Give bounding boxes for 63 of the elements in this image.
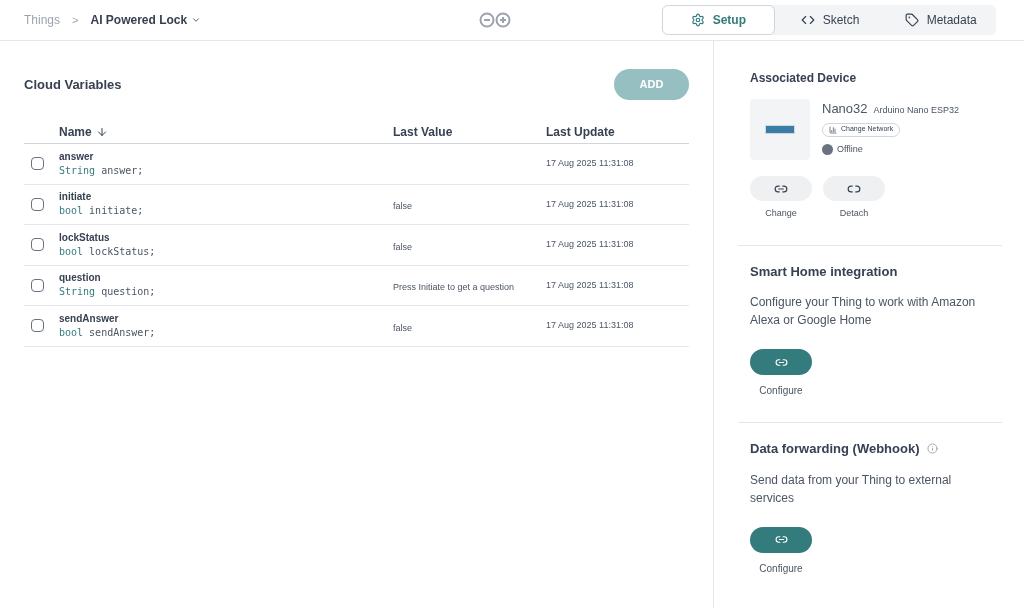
row-checkbox[interactable] [31,319,44,333]
row-checkbox[interactable] [31,157,44,171]
row-checkbox[interactable] [31,278,44,292]
variable-type: bool [59,204,84,219]
device-model: Arduino Nano ESP32 [873,104,960,117]
last-update: 17 Aug 2025 11:31:08 [546,278,634,292]
device-name: Nano32 [822,100,868,118]
tab[interactable]: Setup [662,5,775,35]
tab[interactable]: Sketch [774,5,886,35]
variable-name: initiate [59,190,93,205]
configure-label: Configure [759,561,803,576]
caret-icon [191,15,202,25]
last-update: 17 Aug 2025 11:31:08 [546,197,634,211]
variable-name: sendAnswer [59,311,120,326]
last-value: false [393,241,412,252]
last-update: 17 Aug 2025 11:31:08 [546,319,634,332]
breadcrumb-separator: > [72,12,79,28]
device-status: Offline [837,142,863,156]
section-title: Cloud Variables [24,75,122,94]
column-header[interactable]: Name [59,122,393,141]
section-title: Smart Home integration [750,262,898,281]
variable-type: String [59,285,96,300]
last-update: 17 Aug 2025 11:31:08 [546,157,634,170]
configure-button[interactable] [750,526,812,553]
variable-declaration: question; [101,285,156,300]
logo-icon [478,12,512,28]
variable-name: answer [59,149,95,164]
row-checkbox[interactable] [31,238,44,252]
device-action-button[interactable] [750,176,812,201]
thing-name-dropdown[interactable]: AI Powered Lock [90,11,202,29]
configure-button[interactable] [750,349,812,375]
last-value: Press Initiate to get a question [393,282,515,293]
variable-type: String [59,163,96,178]
tag-icon [904,13,919,27]
column-header: Last Update [546,123,615,141]
variable-declaration: lockStatus; [89,244,156,259]
section-title: Data forwarding (Webhook) [750,440,920,458]
code-icon [800,13,815,27]
last-value: false [393,201,412,212]
section-title: Associated Device [750,70,858,87]
variable-declaration: initiate; [89,204,144,219]
column-header: Last Value [393,123,454,141]
variable-name: question [59,271,102,286]
section-description: Configure your Thing to work with Amazon Alexa or Google Home [750,294,977,329]
row-checkbox[interactable] [31,197,44,211]
device-action-button[interactable] [823,176,885,201]
variable-name: lockStatus [59,230,111,245]
variable-type: bool [59,244,84,259]
device-action-label: Change [765,207,797,220]
sort-arrow-icon [95,125,108,138]
device-image [750,99,810,160]
device-action-label: Detach [839,207,869,220]
signal-icon [829,125,837,134]
last-update: 17 Aug 2025 11:31:08 [546,238,634,251]
settings-icon [690,13,705,27]
last-value: false [393,322,412,333]
variable-declaration: sendAnswer; [89,325,156,340]
configure-label: Configure [759,384,803,398]
section-description: Send data from your Thing to external services [750,471,953,507]
link-icon [774,533,788,546]
tab[interactable]: Metadata [885,5,996,35]
variable-type: bool [59,325,84,340]
variable-declaration: answer; [101,163,144,178]
